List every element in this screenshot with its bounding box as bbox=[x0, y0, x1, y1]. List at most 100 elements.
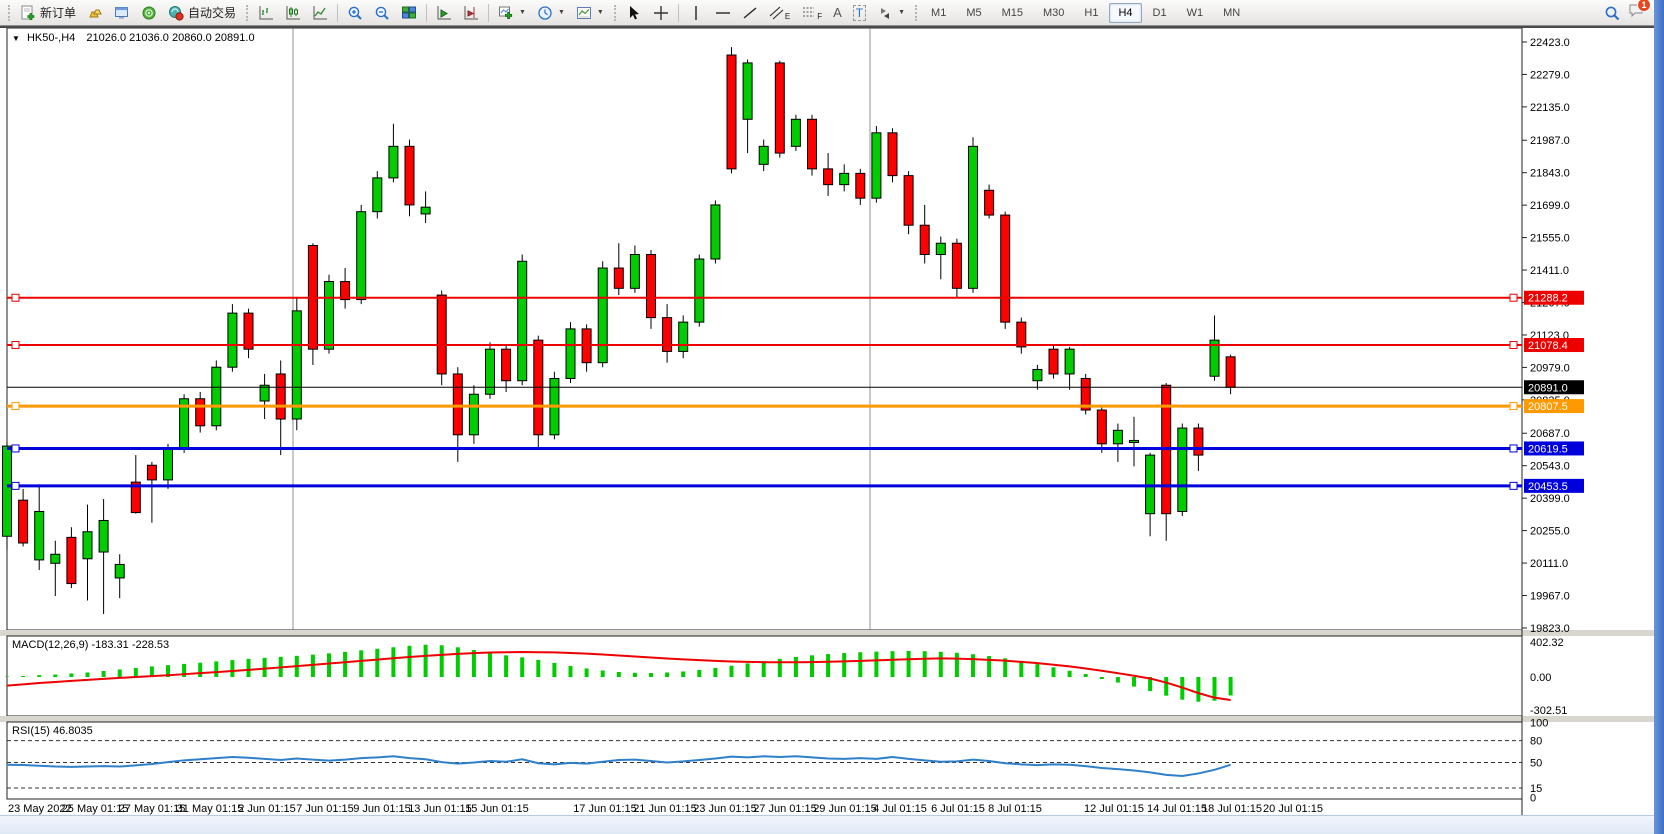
timeframe-M5[interactable]: M5 bbox=[957, 3, 990, 23]
templates-button[interactable]: ▼ bbox=[571, 2, 609, 24]
candle-body bbox=[840, 173, 849, 184]
toolbar-grip bbox=[246, 5, 248, 21]
price-tick-label: 21843.0 bbox=[1530, 168, 1570, 180]
one-click-collapse-icon[interactable]: ▼ bbox=[12, 34, 20, 43]
line-chart-icon bbox=[312, 5, 328, 21]
new-order-button[interactable]: 新订单 bbox=[15, 1, 81, 24]
time-axis-label: 6 Jul 01:15 bbox=[931, 803, 985, 815]
time-axis-label: 18 Jul 01:15 bbox=[1202, 803, 1262, 815]
zoom-in-button[interactable] bbox=[342, 2, 368, 24]
trendline-tool[interactable] bbox=[737, 2, 763, 24]
window-edge-scrollbar[interactable] bbox=[1654, 0, 1664, 834]
hline-anchor[interactable] bbox=[12, 403, 19, 410]
candle-body bbox=[711, 205, 720, 259]
candle-body bbox=[647, 255, 656, 318]
zoom-out-button[interactable] bbox=[369, 2, 395, 24]
price-tick-label: 22135.0 bbox=[1530, 102, 1570, 114]
chevron-down-icon: ▼ bbox=[898, 9, 905, 16]
time-axis-label: 27 May 01:15 bbox=[119, 803, 186, 815]
vertical-line-tool[interactable] bbox=[683, 2, 709, 24]
chart-window[interactable]: 22423.022279.022135.021987.021843.021699… bbox=[0, 28, 1654, 834]
hline-anchor[interactable] bbox=[1510, 482, 1517, 489]
time-axis-label: 15 Jun 01:15 bbox=[465, 803, 529, 815]
candle-body bbox=[147, 465, 156, 480]
navigator-button[interactable] bbox=[136, 2, 162, 24]
tile-windows-icon bbox=[401, 5, 417, 21]
candlestick-chart-button[interactable] bbox=[280, 2, 306, 24]
hline-anchor[interactable] bbox=[12, 482, 19, 489]
periods-button[interactable]: ▼ bbox=[532, 2, 570, 24]
time-axis-label: 21 Jun 01:15 bbox=[633, 803, 697, 815]
symbol-period-label: HK50-,H4 bbox=[27, 32, 75, 44]
candle-body bbox=[325, 282, 334, 350]
market-watch-button[interactable] bbox=[109, 2, 135, 24]
gold-symbol-button[interactable] bbox=[82, 2, 108, 24]
timeframe-H4[interactable]: H4 bbox=[1109, 3, 1141, 23]
candle-body bbox=[566, 329, 575, 379]
crosshair-button[interactable] bbox=[648, 2, 674, 24]
new-chart-button[interactable]: ▼ bbox=[493, 2, 531, 24]
timeframe-W1[interactable]: W1 bbox=[1178, 3, 1213, 23]
market-watch-icon bbox=[114, 5, 130, 21]
timeframe-MN[interactable]: MN bbox=[1214, 3, 1249, 23]
autotrading-label: 自动交易 bbox=[188, 4, 236, 21]
rsi-scale-label: 80 bbox=[1530, 736, 1542, 748]
candle-body bbox=[856, 173, 865, 198]
candle-body bbox=[1178, 428, 1187, 511]
autotrading-button[interactable]: 自动交易 bbox=[163, 1, 241, 24]
hline-anchor[interactable] bbox=[12, 294, 19, 301]
fibonacci-icon bbox=[801, 5, 817, 21]
candle-body bbox=[389, 146, 398, 178]
ohlc-readout: 21026.0 21036.0 20860.0 20891.0 bbox=[86, 32, 254, 44]
time-axis-label: 20 Jul 01:15 bbox=[1263, 803, 1323, 815]
candle-body bbox=[51, 554, 60, 563]
pane-splitter[interactable] bbox=[0, 630, 1654, 636]
candle-body bbox=[936, 243, 945, 254]
text-tool[interactable]: A bbox=[828, 2, 847, 23]
timeframe-M30[interactable]: M30 bbox=[1034, 3, 1073, 23]
price-tick-label: 20399.0 bbox=[1530, 493, 1570, 505]
rsi-pane[interactable] bbox=[7, 722, 1522, 799]
hline-anchor[interactable] bbox=[12, 445, 19, 452]
hline-anchor[interactable] bbox=[1510, 294, 1517, 301]
fibonacci-tool[interactable]: F bbox=[796, 2, 827, 24]
pane-splitter[interactable] bbox=[0, 716, 1654, 722]
candle-body bbox=[453, 374, 462, 435]
candle-body bbox=[1097, 410, 1106, 444]
time-axis-label: 8 Jul 01:15 bbox=[988, 803, 1042, 815]
arrows-tool[interactable]: ▼ bbox=[872, 2, 910, 24]
hline-anchor[interactable] bbox=[1510, 403, 1517, 410]
chart-shift-icon bbox=[463, 5, 479, 21]
horizontal-line-tool[interactable] bbox=[710, 2, 736, 24]
text-label-tool[interactable]: T bbox=[848, 2, 871, 24]
line-chart-button[interactable] bbox=[307, 2, 333, 24]
timeframe-D1[interactable]: D1 bbox=[1144, 3, 1176, 23]
tile-windows-button[interactable] bbox=[396, 2, 422, 24]
candle-body bbox=[244, 313, 253, 349]
macd-indicator-label: MACD(12,26,9) -183.31 -228.53 bbox=[12, 639, 169, 651]
chart-shift-button[interactable] bbox=[458, 2, 484, 24]
main-toolbar: 新订单 bbox=[0, 0, 1654, 26]
equidistant-channel-tool[interactable]: E bbox=[764, 2, 795, 24]
navigator-icon bbox=[141, 5, 157, 21]
candle-body bbox=[663, 318, 672, 352]
auto-scroll-button[interactable] bbox=[431, 2, 457, 24]
candle-body bbox=[1226, 357, 1235, 387]
timeframe-H1[interactable]: H1 bbox=[1075, 3, 1107, 23]
cursor-button[interactable] bbox=[621, 2, 647, 24]
hline-anchor[interactable] bbox=[1510, 342, 1517, 349]
candle-body bbox=[904, 176, 913, 226]
new-chart-icon bbox=[498, 5, 514, 21]
bar-chart-button[interactable] bbox=[253, 2, 279, 24]
notifications-button[interactable]: 1 bbox=[1628, 2, 1644, 23]
candle-body bbox=[598, 268, 607, 363]
horizontal-line-icon bbox=[715, 5, 731, 21]
hline-anchor[interactable] bbox=[1510, 445, 1517, 452]
search-icon[interactable] bbox=[1604, 5, 1620, 21]
timeframe-M1[interactable]: M1 bbox=[922, 3, 955, 23]
hline-anchor[interactable] bbox=[12, 342, 19, 349]
time-axis-label: 13 Jun 01:15 bbox=[408, 803, 472, 815]
timeframe-M15[interactable]: M15 bbox=[993, 3, 1032, 23]
candle-body bbox=[808, 119, 817, 169]
macd-scale-label: 0.00 bbox=[1530, 672, 1551, 684]
